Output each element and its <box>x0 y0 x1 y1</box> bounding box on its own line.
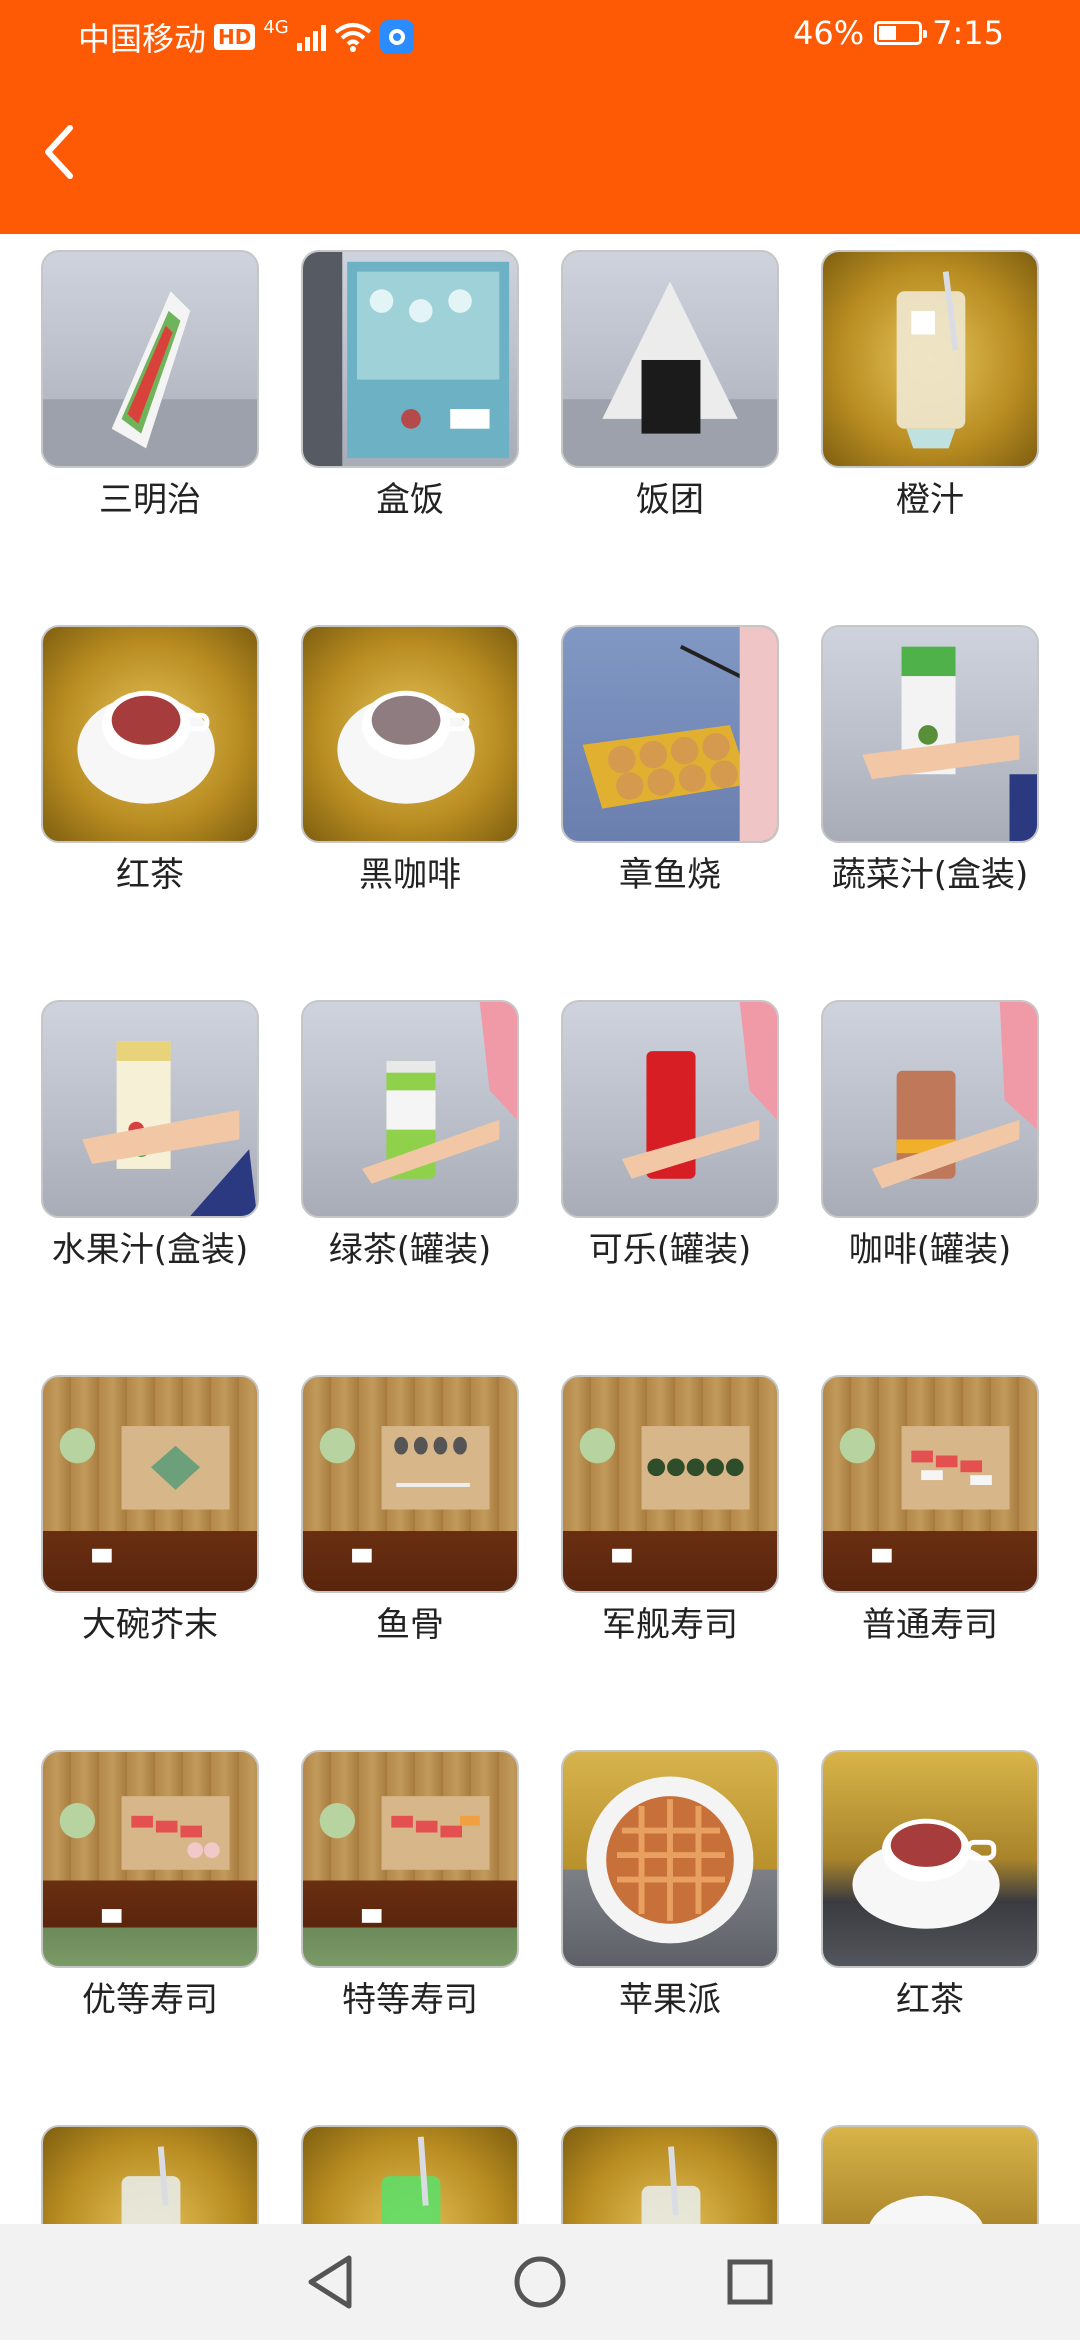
item-thumbnail <box>821 2125 1039 2224</box>
item-thumbnail <box>561 1000 779 1218</box>
item-thumbnail <box>41 625 259 843</box>
back-button[interactable] <box>30 112 86 192</box>
grid-item[interactable] <box>0 2109 260 2224</box>
grid-item[interactable]: 盒饭 <box>260 234 520 534</box>
item-thumbnail <box>41 2125 259 2224</box>
hd-badge: HD <box>214 24 256 50</box>
item-thumbnail <box>301 250 519 468</box>
grid-item[interactable]: 饭团 <box>520 234 780 534</box>
app-header: 中国移动 HD 4G 46% 7:15 <box>0 0 1080 234</box>
grid-item[interactable]: 橙汁 <box>780 234 1040 534</box>
item-label: 普通寿司 <box>862 1605 998 1645</box>
item-label: 特等寿司 <box>342 1980 478 2020</box>
square-recents-icon <box>727 2259 773 2305</box>
system-nav-bar <box>0 2224 1080 2340</box>
grid-item[interactable]: 苹果派 <box>520 1734 780 2034</box>
grid-item[interactable]: 鱼骨 <box>260 1359 520 1659</box>
item-label: 橙汁 <box>896 480 964 520</box>
item-thumbnail <box>561 1375 779 1593</box>
triangle-back-icon <box>308 2255 352 2309</box>
item-label: 优等寿司 <box>82 1980 218 2020</box>
grid-item[interactable]: 特等寿司 <box>260 1734 520 2034</box>
grid-item[interactable]: 优等寿司 <box>0 1734 260 2034</box>
item-label: 大碗芥末 <box>82 1605 218 1645</box>
item-thumbnail <box>301 1000 519 1218</box>
item-label: 军舰寿司 <box>602 1605 738 1645</box>
item-thumbnail <box>301 2125 519 2224</box>
item-label: 可乐(罐装) <box>588 1230 752 1270</box>
grid-item[interactable]: 黑咖啡 <box>260 609 520 909</box>
status-bar: 中国移动 HD 4G 46% 7:15 <box>0 0 1080 72</box>
status-left: 中国移动 HD 4G <box>78 14 414 60</box>
item-thumbnail <box>41 1750 259 1968</box>
item-label: 章鱼烧 <box>619 855 721 895</box>
item-thumbnail <box>301 1750 519 1968</box>
item-thumbnail <box>301 1375 519 1593</box>
grid-item[interactable] <box>780 2109 1040 2224</box>
item-thumbnail <box>821 1750 1039 1968</box>
item-label: 黑咖啡 <box>359 855 461 895</box>
battery-icon <box>874 21 928 45</box>
item-label: 饭团 <box>636 480 704 520</box>
notification-app-icon <box>379 20 414 54</box>
item-thumbnail <box>561 250 779 468</box>
item-label: 鱼骨 <box>376 1605 444 1645</box>
grid-item[interactable]: 水果汁(盒装) <box>0 984 260 1284</box>
wifi-icon <box>334 23 372 52</box>
nav-back-button[interactable] <box>300 2252 360 2312</box>
grid-item[interactable]: 三明治 <box>0 234 260 534</box>
grid-item[interactable]: 红茶 <box>0 609 260 909</box>
grid-item[interactable]: 红茶 <box>780 1734 1040 2034</box>
item-thumbnail <box>821 1000 1039 1218</box>
item-grid: 三明治 盒饭 饭团 橙汁红茶 黑咖啡 章鱼烧 蔬菜汁(盒装) 水果汁(盒装) 绿茶(罐装) 可乐(… <box>0 234 1080 2224</box>
grid-item[interactable]: 咖啡(罐装) <box>780 984 1040 1284</box>
item-label: 咖啡(罐装) <box>848 1230 1012 1270</box>
nav-recents-button[interactable] <box>720 2252 780 2312</box>
item-label: 绿茶(罐装) <box>328 1230 492 1270</box>
carrier-name: 中国移动 <box>78 20 207 58</box>
item-thumbnail <box>41 1000 259 1218</box>
status-right: 46% 7:15 <box>793 14 1004 52</box>
grid-item[interactable]: 军舰寿司 <box>520 1359 780 1659</box>
item-thumbnail <box>41 1375 259 1593</box>
item-thumbnail <box>561 1750 779 1968</box>
item-thumbnail <box>821 625 1039 843</box>
item-label: 蔬菜汁(盒装) <box>831 855 1029 895</box>
grid-item[interactable]: 蔬菜汁(盒装) <box>780 609 1040 909</box>
item-thumbnail <box>561 2125 779 2224</box>
item-label: 苹果派 <box>619 1980 721 2020</box>
grid-item[interactable]: 可乐(罐装) <box>520 984 780 1284</box>
grid-item[interactable] <box>260 2109 520 2224</box>
grid-item[interactable]: 章鱼烧 <box>520 609 780 909</box>
item-label: 盒饭 <box>376 480 444 520</box>
item-thumbnail <box>41 250 259 468</box>
item-thumbnail <box>301 625 519 843</box>
item-label: 红茶 <box>116 855 184 895</box>
grid-item[interactable] <box>520 2109 780 2224</box>
item-label: 三明治 <box>99 480 201 520</box>
network-type: 4G <box>263 16 289 38</box>
battery-percent: 46% <box>793 14 865 52</box>
nav-home-button[interactable] <box>510 2252 570 2312</box>
chevron-left-icon <box>45 125 73 179</box>
grid-item[interactable]: 普通寿司 <box>780 1359 1040 1659</box>
item-thumbnail <box>561 625 779 843</box>
circle-home-icon <box>514 2256 566 2308</box>
grid-item[interactable]: 绿茶(罐装) <box>260 984 520 1284</box>
signal-icon <box>296 23 326 51</box>
grid-item[interactable]: 大碗芥末 <box>0 1359 260 1659</box>
item-thumbnail <box>821 1375 1039 1593</box>
item-thumbnail <box>821 250 1039 468</box>
item-label: 水果汁(盒装) <box>51 1230 249 1270</box>
clock: 7:15 <box>932 14 1004 52</box>
item-label: 红茶 <box>896 1980 964 2020</box>
